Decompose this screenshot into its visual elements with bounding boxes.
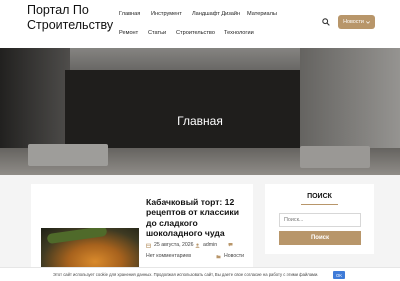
folder-icon (216, 254, 221, 258)
post-comments-icon-wrap (228, 242, 233, 247)
search-icon[interactable] (322, 18, 330, 26)
user-icon (195, 243, 200, 248)
chevron-down-icon (365, 20, 370, 24)
post-date-text: 25 августа, 2026 (154, 242, 194, 248)
cookie-ok-button[interactable]: OK (333, 271, 345, 279)
cookie-bar: Этот сайт использует cookie для хранения… (0, 267, 400, 281)
site-header: Портал По Строительству Главная Инструме… (0, 0, 400, 48)
post-comments-text: Нет комментариев (146, 253, 191, 259)
search-input[interactable] (279, 213, 361, 227)
search-button[interactable]: Поиск (279, 231, 361, 245)
nav-item-materials[interactable]: Материалы (247, 11, 277, 17)
post-title[interactable]: Кабачковый торт: 12 рецептов от классики… (146, 197, 250, 239)
widget-title-underline (301, 204, 338, 205)
hero-banner: Главная (0, 48, 400, 175)
post-author[interactable]: admin (195, 242, 217, 248)
post-category[interactable]: Новости (216, 253, 244, 259)
nav-item-home[interactable]: Главная (119, 11, 140, 17)
search-widget-title: ПОИСК (307, 193, 332, 200)
page-title: Главная (177, 114, 223, 128)
nav-item-landscape[interactable]: Ландшафт Дизайн (192, 11, 240, 17)
nav-item-tools[interactable]: Инструмент (151, 11, 182, 17)
site-title[interactable]: Портал По Строительству (27, 3, 113, 32)
post-comments[interactable]: Нет комментариев (146, 253, 191, 259)
post-thumbnail-zucchini (46, 228, 108, 245)
post-author-text: admin (203, 242, 218, 248)
cookie-notice-text: Этот сайт использует cookie для хранения… (53, 272, 319, 277)
calendar-icon (146, 243, 151, 248)
hero-overlay (0, 48, 400, 175)
news-button-label: Новости (343, 19, 364, 25)
post-category-text: Новости (224, 253, 245, 259)
nav-item-articles[interactable]: Статьи (148, 30, 166, 36)
news-button[interactable]: Новости (338, 15, 375, 29)
nav-item-technology[interactable]: Технологии (224, 30, 254, 36)
nav-item-repair[interactable]: Ремонт (119, 30, 138, 36)
comments-icon (228, 243, 233, 247)
post-date: 25 августа, 2026 (146, 242, 194, 248)
nav-item-construction[interactable]: Строительство (176, 30, 215, 36)
